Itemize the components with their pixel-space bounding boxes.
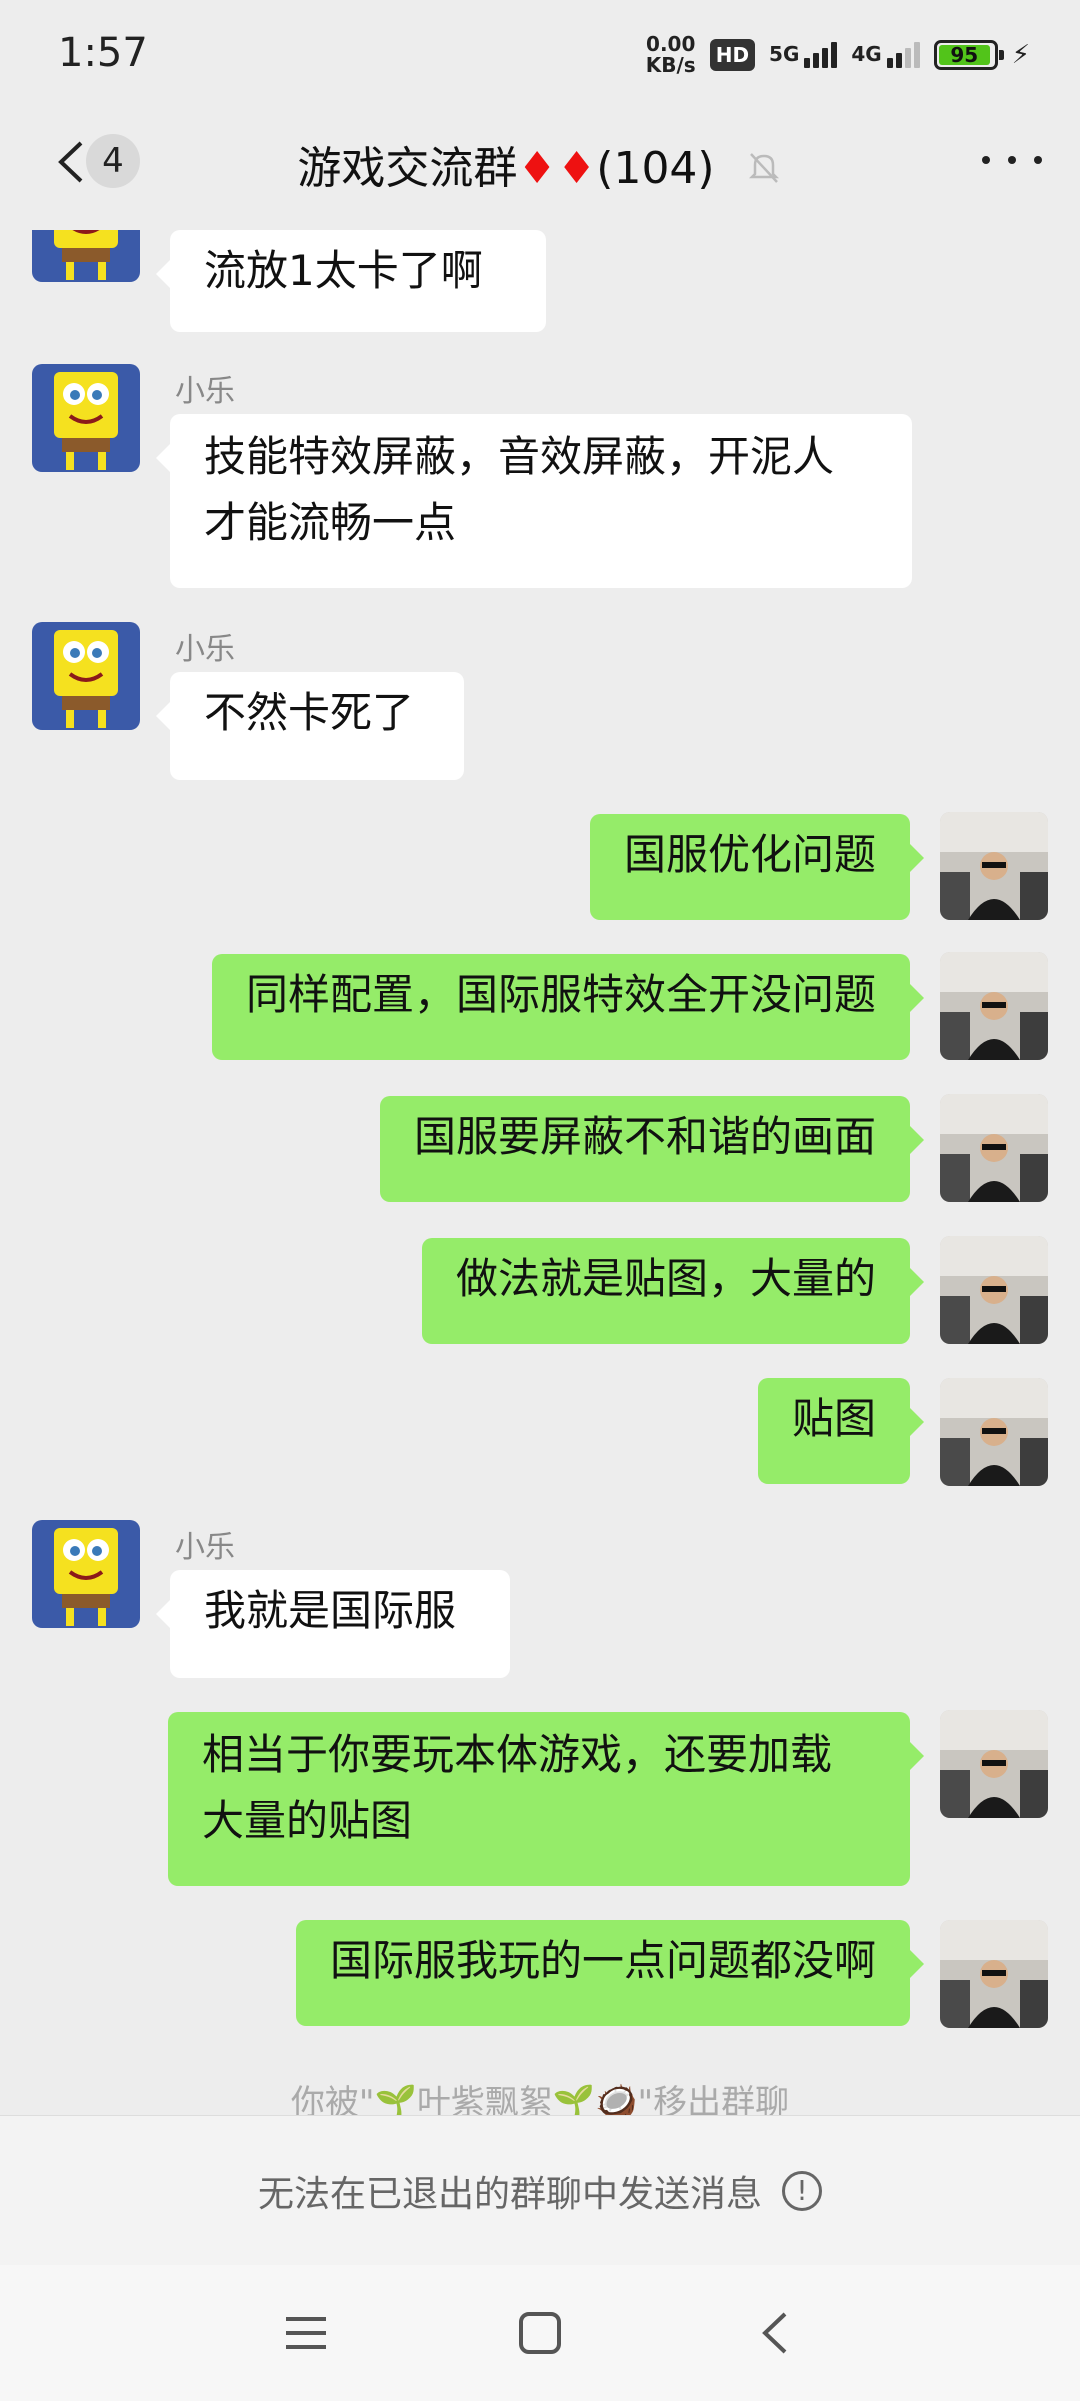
message-bubble-self[interactable]: 做法就是贴图，大量的	[421, 1238, 925, 1344]
message-bubble-self[interactable]: 国际服我玩的一点问题都没啊	[295, 1920, 925, 2026]
menu-icon	[286, 2317, 326, 2349]
message-bubble[interactable]: 技能特效屏蔽，音效屏蔽，开泥人 才能流畅一点	[156, 414, 912, 588]
cannot-send-notice: 无法在已退出的群聊中发送消息	[257, 2174, 762, 2215]
status-bar: 1:57 0.00 KB/s HD 5G 4G 95 ⚡	[0, 0, 1080, 110]
avatar-self[interactable]	[940, 1236, 1048, 1344]
home-square-icon	[519, 2312, 561, 2354]
footer-notice-bar: 无法在已退出的群聊中发送消息 !	[0, 2115, 1080, 2266]
signal-5g-icon: 5G	[769, 42, 838, 68]
sender-name: 小乐	[175, 632, 235, 667]
avatar-self[interactable]	[940, 1710, 1048, 1818]
sender-name: 小乐	[175, 374, 235, 409]
message-bubble-self[interactable]: 国服优化问题	[589, 814, 925, 920]
dot-icon	[1008, 156, 1016, 164]
chat-title: 游戏交流群♦♦(104)	[0, 132, 1080, 197]
mute-bell-icon	[745, 146, 783, 197]
message-bubble[interactable]: 我就是国际服	[156, 1570, 510, 1678]
avatar-self[interactable]	[940, 1094, 1048, 1202]
clock: 1:57	[58, 30, 148, 76]
message-bubble-self[interactable]: 同样配置，国际服特效全开没问题	[211, 954, 925, 1060]
avatar-self[interactable]	[940, 812, 1048, 920]
avatar-self[interactable]	[940, 952, 1048, 1060]
status-icons: 0.00 KB/s HD 5G 4G 95 ⚡	[646, 30, 1030, 80]
home-button[interactable]	[510, 2303, 570, 2363]
info-warning-icon[interactable]: !	[782, 2171, 822, 2211]
dot-icon	[1034, 156, 1042, 164]
avatar-spongebob[interactable]	[32, 622, 140, 730]
avatar-self[interactable]	[940, 1920, 1048, 2028]
avatar-self[interactable]	[940, 1378, 1048, 1486]
message-bubble[interactable]: 流放1太卡了啊	[156, 230, 546, 332]
signal-4g-icon: 4G	[851, 42, 920, 68]
message-bubble-self[interactable]: 国服要屏蔽不和谐的画面	[379, 1096, 925, 1202]
menu-button[interactable]	[276, 2303, 336, 2363]
diamond-emoji-icon: ♦♦	[517, 143, 597, 194]
message-bubble-self[interactable]: 相当于你要玩本体游戏，还要加载 大量的贴图	[168, 1712, 924, 1886]
battery-icon: 95	[933, 40, 1004, 70]
back-nav-button[interactable]	[744, 2303, 804, 2363]
charging-icon: ⚡	[1011, 40, 1030, 70]
dot-icon	[982, 156, 990, 164]
message-bubble-self[interactable]: 贴图	[757, 1378, 925, 1484]
system-navigation-bar	[0, 2265, 1080, 2401]
more-options-button[interactable]	[982, 140, 1042, 180]
back-arrow-icon	[762, 2312, 787, 2354]
network-speed: 0.00 KB/s	[645, 32, 696, 77]
avatar-spongebob[interactable]	[32, 364, 140, 472]
hd-voice-icon: HD	[709, 39, 756, 71]
message-bubble[interactable]: 不然卡死了	[156, 672, 464, 780]
sender-name: 小乐	[175, 1530, 235, 1565]
avatar-spongebob[interactable]	[32, 1520, 140, 1628]
